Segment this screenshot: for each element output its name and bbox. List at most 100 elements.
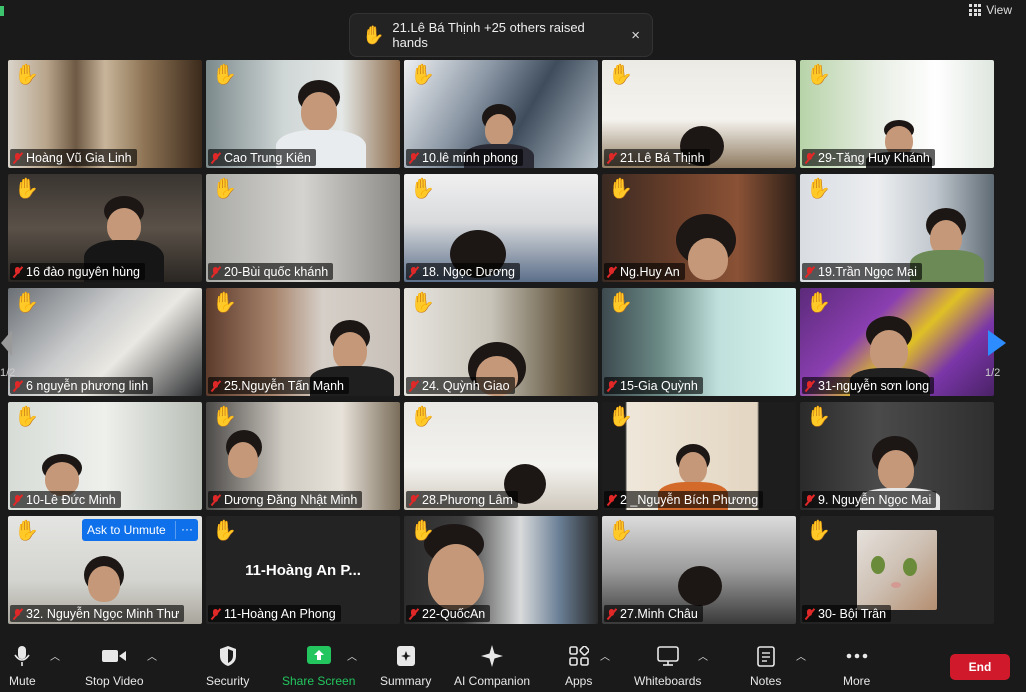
- video-tile[interactable]: ✋ 22-QuốcAn: [404, 516, 598, 624]
- mic-muted-icon: [805, 608, 814, 620]
- raised-hand-icon: ✋: [806, 520, 831, 542]
- video-tile[interactable]: ✋ 19.Trần Ngọc Mai: [800, 174, 994, 282]
- video-tile[interactable]: ✋ 29-Tăng Huy Khánh: [800, 60, 994, 168]
- shield-icon: [219, 646, 236, 666]
- participant-name-bar: 10-Lê Đức Minh: [10, 491, 121, 508]
- participant-name: 21.Lê Bá Thịnh: [620, 150, 705, 165]
- apps-button[interactable]: Apps: [565, 644, 592, 688]
- raised-hand-icon: ✋: [212, 292, 237, 314]
- participant-name: 28.Phương Lâm: [422, 492, 513, 507]
- mic-muted-icon: [211, 380, 220, 392]
- raised-hand-icon: ✋: [806, 178, 831, 200]
- view-label: View: [986, 3, 1012, 17]
- video-tile[interactable]: ✋ Cao Trung Kiên: [206, 60, 400, 168]
- chevron-left-icon: [1, 330, 12, 356]
- participant-name: 30- Bội Trân: [818, 606, 887, 621]
- participant-name: 24. Quỳnh Giao: [422, 378, 510, 393]
- video-tile[interactable]: ✋ 18. Ngọc Dương: [404, 174, 598, 282]
- participant-name-bar: 9. Nguyễn Ngọc Mai: [802, 491, 937, 508]
- whiteboards-button[interactable]: Whiteboards: [634, 644, 701, 688]
- stop-video-button[interactable]: Stop Video: [85, 644, 144, 688]
- raised-hand-icon: ✋: [14, 178, 39, 200]
- participant-name: 25.Nguyễn Tấn Mạnh: [224, 378, 344, 393]
- person-face: [878, 450, 914, 490]
- participant-name: 11-Hoàng An Phong: [224, 606, 336, 621]
- encryption-shield-icon[interactable]: [0, 6, 4, 16]
- participant-name-bar: Dương Đăng Nhật Minh: [208, 491, 363, 508]
- participant-name: 19.Trần Ngọc Mai: [818, 264, 917, 279]
- mic-muted-icon: [607, 494, 616, 506]
- video-tile[interactable]: ✋ Ng.Huy An: [602, 174, 796, 282]
- video-tile-avatar[interactable]: ✋ 30- Bội Trân: [800, 516, 994, 624]
- participant-name: 29-Tăng Huy Khánh: [818, 150, 930, 165]
- apps-icon: [568, 646, 589, 666]
- raised-hand-icon: ✋: [608, 178, 633, 200]
- more-options-icon[interactable]: ···: [175, 521, 198, 539]
- mic-muted-icon: [805, 494, 814, 506]
- chevron-up-icon[interactable]: ︿: [698, 648, 708, 663]
- participant-name: Hoàng Vũ Gia Linh: [26, 150, 132, 165]
- mute-button[interactable]: Mute: [9, 644, 36, 688]
- participant-name-bar: 24. Quỳnh Giao: [406, 377, 515, 394]
- apps-label: Apps: [565, 674, 593, 688]
- mic-muted-icon: [13, 266, 22, 278]
- participant-name-bar: 11-Hoàng An Phong: [208, 605, 341, 622]
- mic-muted-icon: [13, 152, 22, 164]
- chevron-up-icon[interactable]: ︿: [600, 648, 610, 663]
- video-tile[interactable]: ✋ 10.lê minh phong: [404, 60, 598, 168]
- summary-icon: [396, 646, 415, 666]
- chevron-up-icon[interactable]: ︿: [50, 648, 60, 663]
- share-screen-button[interactable]: Share Screen: [282, 644, 355, 688]
- video-tile-video-off[interactable]: ✋ 11-Hoàng An P... 11-Hoàng An Phong: [206, 516, 400, 624]
- mic-muted-icon: [607, 380, 616, 392]
- participant-name: 20-Bùi quốc khánh: [224, 264, 329, 279]
- raised-hand-icon: ✋: [410, 292, 435, 314]
- share-screen-icon: [306, 646, 331, 664]
- summary-button[interactable]: Summary: [380, 644, 431, 688]
- participant-name: 18. Ngọc Dương: [422, 264, 515, 279]
- more-button[interactable]: More: [843, 644, 870, 688]
- cat-nose: [891, 582, 901, 588]
- person-face: [870, 330, 908, 372]
- video-tile[interactable]: ✋ 25.Nguyễn Tấn Mạnh: [206, 288, 400, 396]
- participant-name-bar: 28.Phương Lâm: [406, 491, 518, 508]
- video-tile[interactable]: ✋ 20-Bùi quốc khánh: [206, 174, 400, 282]
- participant-name: 10.lê minh phong: [422, 150, 518, 165]
- video-tile[interactable]: ✋ 28.Phương Lâm: [404, 402, 598, 510]
- mic-muted-icon: [409, 608, 418, 620]
- video-tile[interactable]: ✋ Dương Đăng Nhật Minh: [206, 402, 400, 510]
- ai-companion-button[interactable]: AI Companion: [454, 644, 530, 688]
- person-face: [228, 442, 258, 478]
- video-tile[interactable]: ✋ 10-Lê Đức Minh: [8, 402, 202, 510]
- raised-hands-notification[interactable]: ✋ 21.Lê Bá Thịnh +25 others raised hands…: [349, 13, 653, 57]
- video-tile[interactable]: ✋ 15-Gia Quỳnh: [602, 288, 796, 396]
- chevron-up-icon[interactable]: ︿: [347, 648, 357, 663]
- video-tile[interactable]: ✋ 27.Minh Châu: [602, 516, 796, 624]
- view-button[interactable]: View: [969, 3, 1012, 17]
- video-tile[interactable]: ✋ 16 đào nguyên hùng: [8, 174, 202, 282]
- raised-hand-icon: ✋: [806, 406, 831, 428]
- close-icon[interactable]: ×: [631, 27, 640, 44]
- end-meeting-button[interactable]: End: [950, 654, 1010, 680]
- participant-name: 9. Nguyễn Ngọc Mai: [818, 492, 932, 507]
- security-button[interactable]: Security: [206, 644, 249, 688]
- video-tile[interactable]: ✋ 2 _Nguyễn Bích Phương: [602, 402, 796, 510]
- video-tile[interactable]: ✋ 24. Quỳnh Giao: [404, 288, 598, 396]
- mic-muted-icon: [607, 608, 616, 620]
- notes-label: Notes: [750, 674, 782, 688]
- chevron-up-icon[interactable]: ︿: [147, 648, 157, 663]
- video-tile[interactable]: ✋ 9. Nguyễn Ngọc Mai: [800, 402, 994, 510]
- participant-name: 22-QuốcAn: [422, 606, 486, 621]
- video-tile[interactable]: ✋ 31-nguyễn sơn long: [800, 288, 994, 396]
- notes-button[interactable]: Notes: [750, 644, 781, 688]
- video-tile[interactable]: ✋ Hoàng Vũ Gia Linh: [8, 60, 202, 168]
- mic-muted-icon: [409, 494, 418, 506]
- ask-to-unmute-button[interactable]: Ask to Unmute ···: [82, 519, 198, 541]
- participant-name: 31-nguyễn sơn long: [818, 378, 930, 393]
- video-tile[interactable]: ✋ 21.Lê Bá Thịnh: [602, 60, 796, 168]
- mic-muted-icon: [211, 152, 220, 164]
- chevron-up-icon[interactable]: ︿: [796, 648, 806, 663]
- person-head: [678, 566, 722, 606]
- video-camera-icon: [102, 650, 127, 662]
- participant-name-bar: 15-Gia Quỳnh: [604, 377, 703, 394]
